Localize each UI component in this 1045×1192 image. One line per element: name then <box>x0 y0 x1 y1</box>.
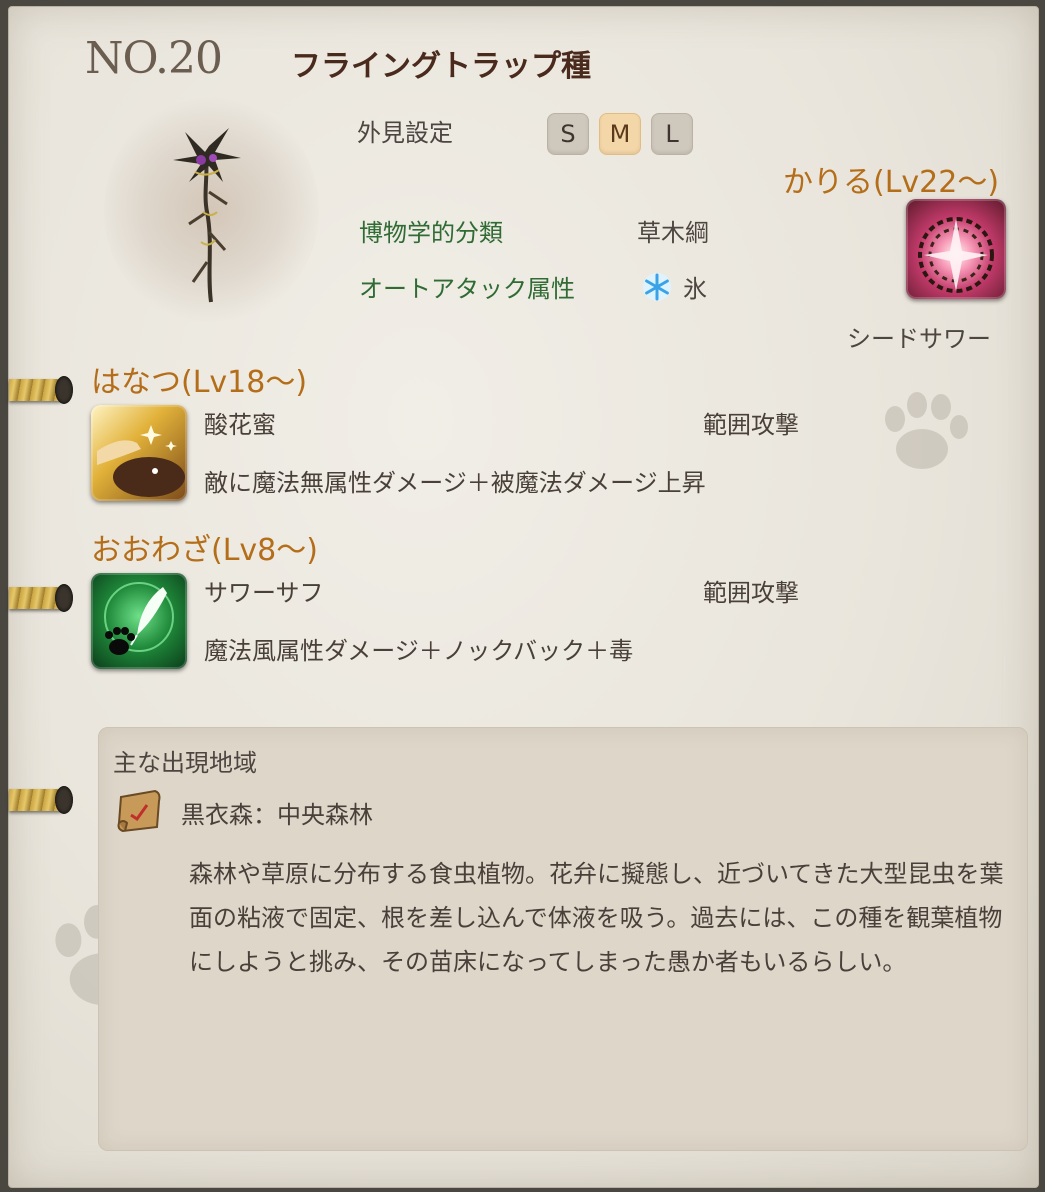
entry-title: フライングトラップ種 <box>291 49 591 84</box>
region-location[interactable]: 黒衣森：中央森林 <box>181 795 373 830</box>
appearance-label: 外見設定 <box>357 119 453 147</box>
acid-nectar-icon[interactable] <box>91 405 187 501</box>
size-l-button[interactable]: L <box>651 113 693 155</box>
size-m-button[interactable]: M <box>599 113 641 155</box>
hanatsu-header: はなつ(Lv18～) <box>91 365 308 400</box>
classification-value: 草木綱 <box>637 219 709 247</box>
classification-label: 博物学的分類 <box>359 219 503 247</box>
auto-attack-label: オートアタック属性 <box>359 275 575 303</box>
seed-sour-icon[interactable] <box>906 199 1006 299</box>
region-description: 森林や草原に分布する食虫植物。花弁に擬態し、近づいてきた大型昆虫を葉面の粘液で固… <box>189 860 1004 976</box>
sour-sough-icon[interactable] <box>91 573 187 669</box>
binder-ring <box>9 786 73 814</box>
hanatsu-skill-type: 範囲攻撃 <box>703 411 799 439</box>
oowaza-skill-name: サワーサフ <box>204 579 324 607</box>
binder-ring <box>9 584 73 612</box>
oowaza-skill-type: 範囲攻撃 <box>703 579 799 607</box>
region-title: 主な出現地域 <box>113 749 257 777</box>
map-scroll-icon[interactable] <box>113 787 165 835</box>
kariru-header: かりる(Lv22～) <box>783 165 1000 200</box>
auto-attack-value: 氷 <box>683 275 707 303</box>
entry-number: NO.20 <box>85 33 223 84</box>
size-s-button[interactable]: S <box>547 113 589 155</box>
ice-icon <box>643 273 671 301</box>
paw-print-icon <box>885 392 968 469</box>
oowaza-skill-effect: 魔法風属性ダメージ＋ノックバック＋毒 <box>204 637 634 665</box>
hanatsu-skill-name: 酸花蜜 <box>204 411 276 439</box>
binder-ring <box>9 376 73 404</box>
oowaza-header: おおわざ(Lv8～) <box>91 533 318 568</box>
hanatsu-skill-effect: 敵に魔法無属性ダメージ＋被魔法ダメージ上昇 <box>204 469 706 497</box>
minion-guide-page: NO.20 フライングトラップ種 外見設定 S M L 博物学的分類 草木綱 オ… <box>8 6 1039 1188</box>
kariru-skill-name: シードサワー <box>847 325 991 353</box>
minion-portrait <box>173 128 241 303</box>
